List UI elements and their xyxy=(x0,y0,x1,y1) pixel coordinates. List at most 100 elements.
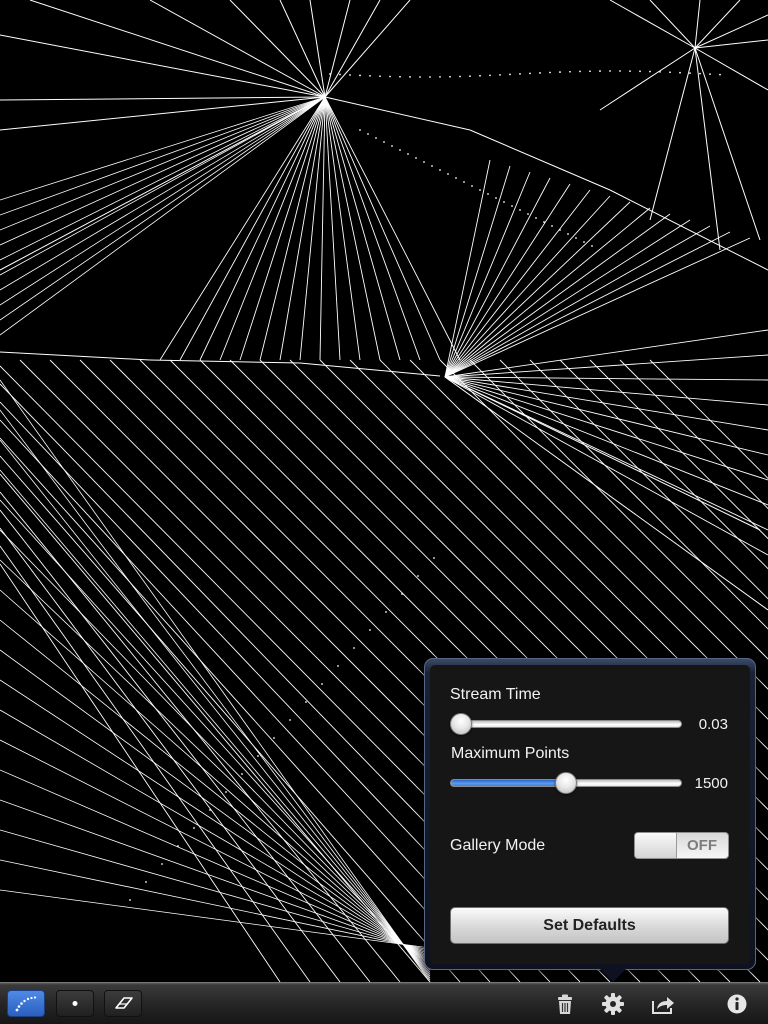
art-line xyxy=(444,237,751,378)
art-line xyxy=(0,96,326,131)
art-dot xyxy=(719,73,721,76)
art-dot xyxy=(487,193,489,195)
set-defaults-button[interactable]: Set Defaults xyxy=(450,907,729,944)
art-dot xyxy=(463,181,465,183)
tool-stream-button[interactable] xyxy=(7,990,45,1017)
art-line xyxy=(309,0,326,98)
art-dot xyxy=(367,133,369,135)
art-line xyxy=(694,47,761,241)
art-line xyxy=(0,96,326,271)
art-dot xyxy=(519,209,521,211)
art-dot xyxy=(489,74,491,77)
art-dot xyxy=(177,845,179,847)
art-line xyxy=(0,96,326,246)
art-dot xyxy=(559,71,561,73)
tool-eraser-button[interactable] xyxy=(104,990,142,1017)
art-dot xyxy=(399,149,401,151)
art-dot xyxy=(679,71,681,74)
tool-dot-button[interactable] xyxy=(56,990,94,1017)
art-dot xyxy=(439,75,441,78)
art-line xyxy=(0,739,431,959)
art-dot xyxy=(417,575,419,577)
art-line xyxy=(0,527,341,982)
art-line xyxy=(609,0,696,49)
art-dot xyxy=(359,129,361,131)
art-dot xyxy=(509,73,511,76)
art-dot xyxy=(539,72,541,74)
bottom-toolbar xyxy=(0,982,768,1024)
art-dot xyxy=(583,241,585,243)
art-dot xyxy=(599,70,601,72)
art-line xyxy=(444,376,768,381)
gear-icon[interactable] xyxy=(600,991,626,1017)
art-dot xyxy=(429,76,431,78)
art-dot xyxy=(401,593,403,595)
art-dot xyxy=(575,237,577,239)
art-dot xyxy=(415,157,417,159)
art-dot xyxy=(433,557,435,559)
art-line xyxy=(0,96,326,321)
art-dot xyxy=(369,629,371,631)
art-dot xyxy=(527,213,529,215)
art-line xyxy=(319,96,326,361)
gallery-mode-toggle[interactable]: OFF xyxy=(634,832,729,859)
art-line xyxy=(444,376,768,611)
art-line xyxy=(219,96,326,361)
info-icon[interactable] xyxy=(724,991,750,1017)
art-dot xyxy=(329,73,331,75)
art-line xyxy=(0,96,326,306)
eraser-icon xyxy=(115,997,133,1009)
art-dot xyxy=(591,245,593,247)
share-icon[interactable] xyxy=(650,991,676,1017)
art-dot xyxy=(407,153,409,155)
art-line xyxy=(159,96,326,361)
dot-brush-icon xyxy=(72,1001,78,1006)
art-line xyxy=(324,96,341,361)
art-dot xyxy=(337,665,339,667)
art-dot xyxy=(375,137,377,139)
art-dot xyxy=(455,177,457,179)
art-line xyxy=(0,709,431,961)
art-line xyxy=(444,219,691,378)
art-dot xyxy=(161,863,163,865)
art-dot xyxy=(699,72,701,75)
art-line xyxy=(0,34,326,98)
art-dot xyxy=(225,791,227,793)
art-dot xyxy=(709,73,711,76)
art-dot xyxy=(391,145,393,147)
popover-arrow xyxy=(599,968,627,982)
art-dot xyxy=(349,74,351,76)
art-line xyxy=(0,799,431,955)
art-line xyxy=(444,159,491,378)
art-line xyxy=(469,129,611,191)
gallery-mode-toggle-knob xyxy=(635,833,677,858)
art-dot xyxy=(385,611,387,613)
art-line xyxy=(279,96,326,361)
art-line xyxy=(0,491,401,982)
art-dot xyxy=(639,70,641,73)
art-dot xyxy=(567,233,569,235)
art-line xyxy=(444,376,768,481)
stream-time-label: Stream Time xyxy=(450,686,541,703)
maximum-points-slider-thumb[interactable] xyxy=(555,772,577,794)
art-dot xyxy=(321,683,323,685)
art-dot xyxy=(535,217,537,219)
art-line xyxy=(694,47,721,251)
art-dot xyxy=(449,75,451,78)
stream-time-slider-thumb[interactable] xyxy=(450,713,472,735)
art-dot xyxy=(339,73,341,76)
maximum-points-label: Maximum Points xyxy=(451,745,570,762)
art-dot xyxy=(569,70,571,73)
art-line xyxy=(324,0,381,98)
maximum-points-slider-fill xyxy=(451,780,567,786)
art-line xyxy=(0,889,431,949)
art-line xyxy=(0,379,431,982)
art-dot xyxy=(383,141,385,143)
art-dot xyxy=(609,70,611,72)
art-dot xyxy=(551,225,553,227)
stream-time-slider[interactable] xyxy=(450,720,682,728)
art-dot xyxy=(273,737,275,739)
art-line xyxy=(444,376,768,531)
trash-icon[interactable] xyxy=(552,991,578,1017)
art-dot xyxy=(503,201,505,203)
